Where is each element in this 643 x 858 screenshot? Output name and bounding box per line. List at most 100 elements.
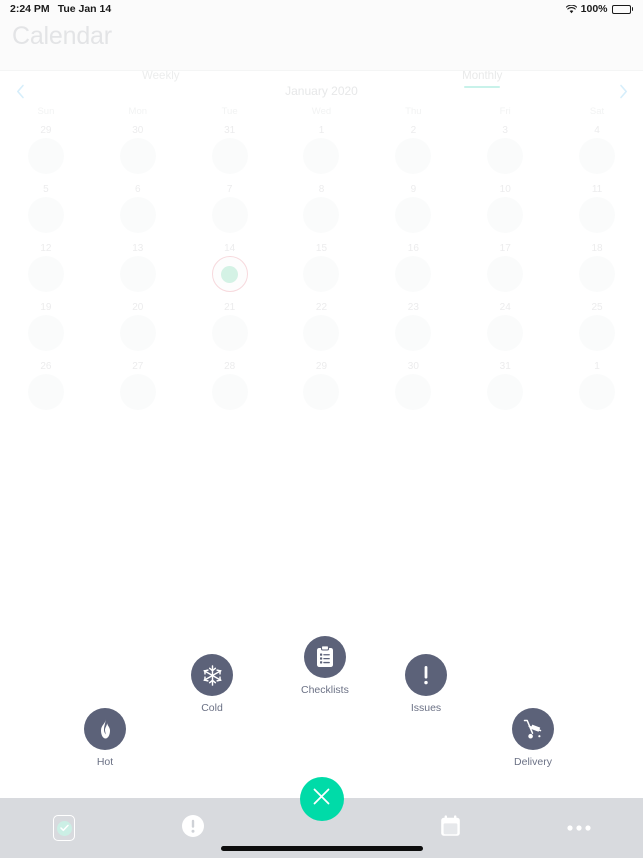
calendar-day-number: 4 (594, 125, 600, 136)
calendar-day[interactable]: 7 (184, 181, 276, 240)
tab-issues[interactable] (129, 806, 258, 850)
calendar-day[interactable]: 15 (276, 240, 368, 299)
calendar-day[interactable]: 24 (459, 299, 551, 358)
calendar-day[interactable]: 28 (184, 358, 276, 417)
calendar-day-marker (487, 197, 524, 233)
calendar-day-number: 27 (132, 361, 144, 372)
tab-more[interactable] (514, 806, 643, 850)
action-issues-label: Issues (410, 702, 442, 714)
calendar-day-marker (27, 197, 64, 233)
calendar-day[interactable]: 6 (92, 181, 184, 240)
calendar-day-marker (579, 138, 616, 174)
calendar-day-number: 10 (499, 184, 511, 195)
app-root: 2:24 PM Tue Jan 14 100% Calendar Weekly (0, 0, 643, 858)
battery-percent: 100% (580, 3, 608, 15)
action-checklists[interactable]: Checklists (301, 636, 349, 696)
calendar-day-number: 3 (502, 125, 508, 136)
calendar-day[interactable]: 30 (367, 358, 459, 417)
calendar-day[interactable]: 25 (551, 299, 643, 358)
calendar-day-marker (211, 315, 248, 351)
calendar-day[interactable]: 3 (459, 122, 551, 181)
action-checklists-label: Checklists (301, 684, 349, 696)
calendar-day-number: 18 (591, 243, 603, 254)
calendar-day[interactable]: 22 (276, 299, 368, 358)
calendar-day[interactable]: 16 (367, 240, 459, 299)
calendar-day-marker (303, 197, 340, 233)
header: Calendar Weekly Monthly (0, 18, 643, 88)
action-hot-label: Hot (96, 756, 114, 768)
calendar-day[interactable]: 23 (367, 299, 459, 358)
calendar-day[interactable]: 27 (92, 358, 184, 417)
calendar-day-marker (579, 374, 616, 410)
weekday-label-mon: Mon (128, 106, 148, 117)
home-indicator (220, 846, 423, 851)
calendar-day[interactable]: 18 (551, 240, 643, 299)
calendar-day-today[interactable]: 14 (184, 240, 276, 299)
calendar-day-marker (395, 256, 432, 292)
weekday-label-fri: Fri (499, 106, 511, 117)
calendar-day[interactable]: 5 (0, 181, 92, 240)
action-delivery-label: Delivery (514, 756, 552, 768)
ellipsis-icon (566, 819, 592, 837)
calendar-day-number: 14 (224, 243, 236, 254)
chevron-right-icon[interactable] (603, 84, 643, 99)
calendar-day[interactable]: 2 (367, 122, 459, 181)
status-bar-left: 2:24 PM Tue Jan 14 (10, 3, 111, 15)
calendar-day[interactable]: 11 (551, 181, 643, 240)
calendar-grid: 29 30 31 1 2 3 4 5 6 7 8 9 10 11 12 13 14 15 16 17 18 19 20 21 2… (0, 122, 643, 417)
tab-checklists[interactable] (0, 806, 129, 850)
chevron-left-icon[interactable] (0, 84, 40, 99)
calendar-day-number: 5 (43, 184, 49, 195)
calendar-day[interactable]: 19 (0, 299, 92, 358)
calendar-day-number: 29 (40, 125, 52, 136)
calendar-day[interactable]: 21 (184, 299, 276, 358)
battery-full-icon (611, 4, 633, 14)
action-delivery[interactable]: Delivery (512, 708, 554, 768)
calendar-day[interactable]: 29 (276, 358, 368, 417)
page-title: Calendar (12, 22, 112, 50)
calendar-day-marker (303, 315, 340, 351)
status-date: Tue Jan 14 (57, 3, 112, 15)
calendar-day-number: 25 (591, 302, 603, 313)
action-hot[interactable]: Hot (84, 708, 126, 768)
calendar-day[interactable]: 12 (0, 240, 92, 299)
calendar-day-marker (119, 256, 156, 292)
status-time: 2:24 PM (10, 3, 50, 15)
calendar-day-number: 15 (315, 243, 328, 254)
calendar-day-marker (119, 138, 156, 174)
action-cold-label: Cold (201, 702, 223, 714)
calendar-day[interactable]: 17 (459, 240, 551, 299)
calendar-day-marker (27, 315, 64, 351)
clipboard-icon (303, 636, 346, 678)
calendar-day[interactable]: 1 (276, 122, 368, 181)
calendar-day-marker (395, 315, 432, 351)
calendar-day[interactable]: 29 (0, 122, 92, 181)
calendar-day[interactable]: 30 (92, 122, 184, 181)
calendar-day[interactable]: 10 (459, 181, 551, 240)
close-fab-button[interactable] (299, 777, 344, 821)
calendar-day[interactable]: 8 (276, 181, 368, 240)
calendar-day[interactable]: 9 (367, 181, 459, 240)
calendar-day-number: 20 (132, 302, 144, 313)
calendar-day[interactable]: 20 (92, 299, 184, 358)
calendar-day[interactable]: 4 (551, 122, 643, 181)
calendar-day-marker (119, 374, 156, 410)
tab-calendar[interactable] (386, 806, 515, 850)
calendar-day-number: 31 (224, 125, 236, 136)
checklist-square-icon (53, 815, 76, 841)
calendar-day[interactable]: 26 (0, 358, 92, 417)
calendar-day[interactable]: 1 (551, 358, 643, 417)
calendar-day-marker (487, 374, 524, 410)
calendar-day-number: 24 (499, 302, 511, 313)
calendar-day-number: 16 (407, 243, 419, 254)
action-issues[interactable]: Issues (405, 654, 447, 714)
calendar-day-marker (211, 197, 248, 233)
calendar-day-marker (211, 138, 248, 174)
calendar-day[interactable]: 31 (459, 358, 551, 417)
status-bar-right: 100% (565, 3, 633, 15)
calendar-day-number: 6 (134, 184, 141, 195)
calendar-day-number: 1 (318, 125, 325, 136)
action-cold[interactable]: Cold (191, 654, 233, 714)
calendar-day[interactable]: 13 (92, 240, 184, 299)
calendar-day[interactable]: 31 (184, 122, 276, 181)
